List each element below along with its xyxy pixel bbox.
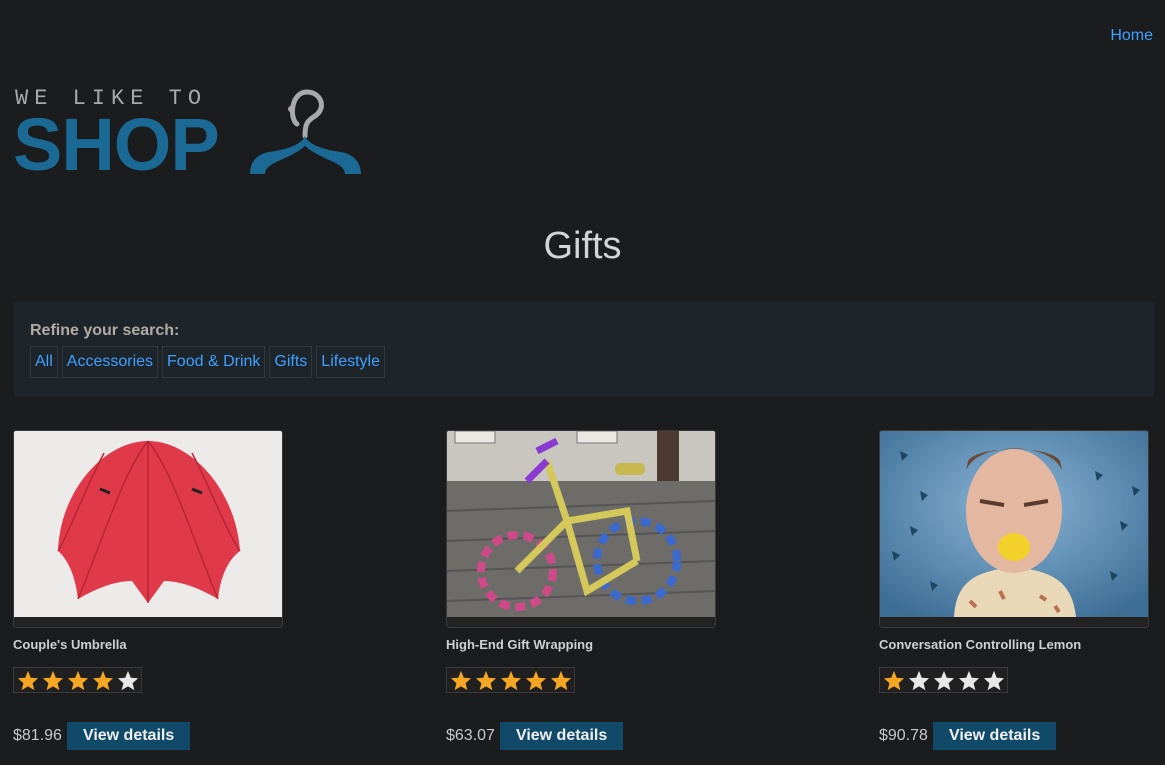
product-card: Conversation Controlling Lemon $90.78 Vi… — [879, 430, 1151, 750]
product-rating — [446, 667, 575, 693]
product-name: High-End Gift Wrapping — [446, 637, 594, 652]
page-title: Gifts — [543, 225, 622, 267]
product-name: Conversation Controlling Lemon — [879, 637, 1082, 652]
filter-list: All Accessories Food & Drink Gifts Lifes… — [30, 346, 385, 378]
price-row: $90.78 View details — [879, 721, 1151, 750]
view-details-button[interactable]: View details — [499, 721, 624, 750]
star-filled-icon — [548, 669, 573, 691]
product-rating — [13, 667, 142, 693]
star-empty-icon — [981, 669, 1006, 691]
star-filled-icon — [448, 669, 473, 691]
view-details-button[interactable]: View details — [932, 721, 1057, 750]
star-empty-icon — [906, 669, 931, 691]
star-filled-icon — [40, 669, 65, 691]
product-price: $63.07 — [446, 726, 495, 744]
product-image-bicycle — [446, 430, 716, 628]
star-filled-icon — [523, 669, 548, 691]
site-logo[interactable]: WE LIKE TO SHOP — [13, 86, 373, 186]
star-filled-icon — [473, 669, 498, 691]
star-empty-icon — [931, 669, 956, 691]
home-link[interactable]: Home — [1110, 27, 1153, 44]
star-filled-icon — [881, 669, 906, 691]
filter-all[interactable]: All — [30, 346, 58, 378]
filter-accessories[interactable]: Accessories — [61, 346, 159, 378]
filter-food-drink[interactable]: Food & Drink — [162, 346, 266, 378]
refine-label: Refine your search: — [30, 322, 180, 339]
top-nav: Home — [1110, 27, 1153, 45]
star-empty-icon — [115, 669, 140, 691]
price-row: $81.96 View details — [13, 721, 285, 750]
product-image-umbrella — [13, 430, 283, 628]
star-empty-icon — [956, 669, 981, 691]
star-filled-icon — [15, 669, 40, 691]
hanger-icon — [245, 86, 370, 186]
product-image-lemon — [879, 430, 1149, 628]
product-card: High-End Gift Wrapping $63.07 View detai… — [446, 430, 718, 750]
page: Home WE LIKE TO SHOP Gifts Refine your s… — [0, 0, 1165, 765]
product-card: Couple's Umbrella $81.96 View details — [13, 430, 285, 750]
filter-lifestyle[interactable]: Lifestyle — [316, 346, 385, 378]
star-filled-icon — [90, 669, 115, 691]
star-filled-icon — [65, 669, 90, 691]
filter-gifts[interactable]: Gifts — [269, 346, 313, 378]
price-row: $63.07 View details — [446, 721, 718, 750]
refine-search-panel: Refine your search: All Accessories Food… — [14, 302, 1154, 397]
logo-wordmark: SHOP — [13, 103, 220, 186]
product-name: Couple's Umbrella — [13, 637, 127, 652]
view-details-button[interactable]: View details — [66, 721, 191, 750]
product-price: $90.78 — [879, 726, 928, 744]
product-price: $81.96 — [13, 726, 62, 744]
star-filled-icon — [498, 669, 523, 691]
product-rating — [879, 667, 1008, 693]
